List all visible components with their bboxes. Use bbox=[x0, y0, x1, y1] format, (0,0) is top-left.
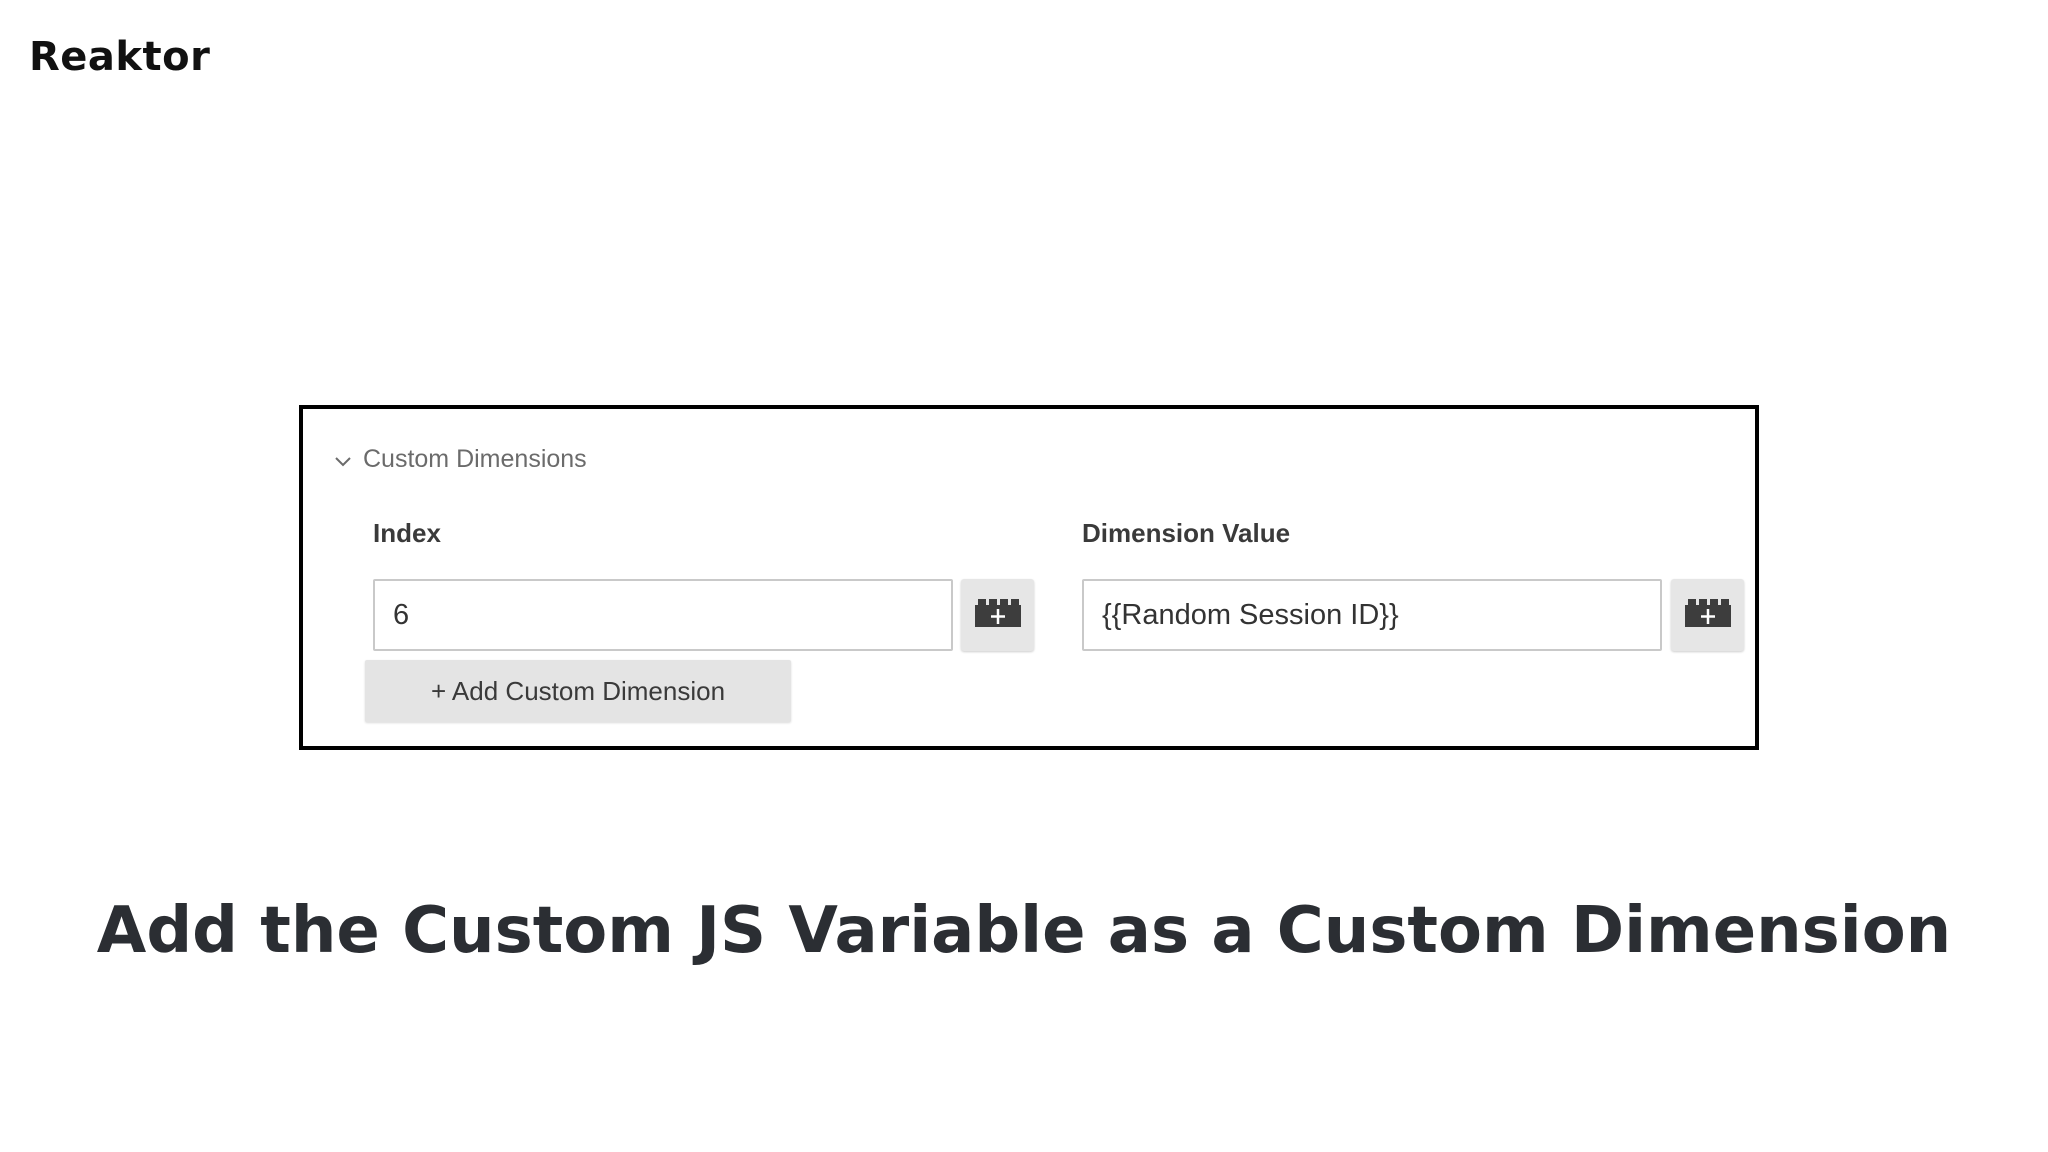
slide: Reaktor Custom Dimensions Index Dimensio… bbox=[0, 0, 2048, 1152]
lego-brick-plus-icon bbox=[1684, 598, 1731, 632]
dimension-variable-picker-button[interactable] bbox=[1671, 579, 1744, 651]
index-label: Index bbox=[373, 518, 441, 548]
lego-brick-plus-icon bbox=[974, 598, 1021, 632]
custom-dimensions-panel: Custom Dimensions Index Dimension Value … bbox=[299, 405, 1759, 750]
chevron-down-icon bbox=[333, 450, 353, 470]
add-custom-dimension-button[interactable]: + Add Custom Dimension bbox=[365, 660, 791, 722]
custom-dimensions-toggle[interactable]: Custom Dimensions bbox=[333, 445, 587, 474]
dimension-value-label: Dimension Value bbox=[1082, 518, 1291, 548]
dimension-value-input[interactable]: {{Random Session ID}} bbox=[1082, 579, 1662, 651]
slide-caption: Add the Custom JS Variable as a Custom D… bbox=[96, 894, 1952, 968]
index-input[interactable]: 6 bbox=[373, 579, 953, 651]
section-title: Custom Dimensions bbox=[363, 445, 587, 473]
index-variable-picker-button[interactable] bbox=[961, 579, 1034, 651]
reaktor-logo: Reaktor bbox=[29, 34, 211, 80]
